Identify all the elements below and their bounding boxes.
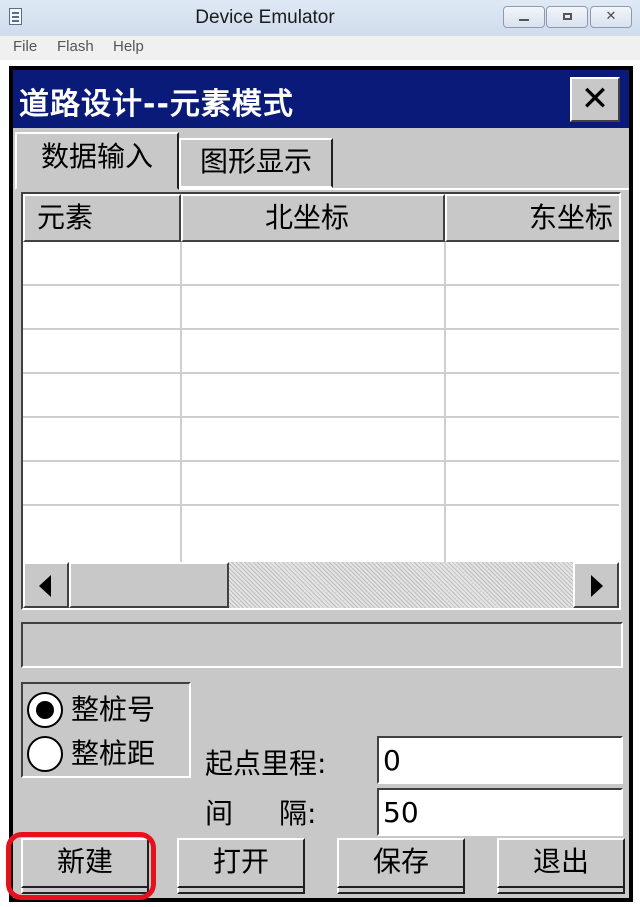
radio-label: 整桩号 xyxy=(71,693,156,726)
table-row[interactable] xyxy=(23,330,619,374)
tab-divider xyxy=(179,188,629,190)
horizontal-scrollbar[interactable] xyxy=(23,562,619,608)
open-button[interactable]: 打开 xyxy=(177,838,305,888)
column-divider xyxy=(180,242,182,562)
save-button[interactable]: 保存 xyxy=(337,838,465,888)
close-icon: ✕ xyxy=(580,79,610,119)
interval-label-a: 间 xyxy=(205,797,234,830)
table-row[interactable] xyxy=(23,418,619,462)
status-field xyxy=(21,622,623,668)
scroll-left-button[interactable] xyxy=(23,562,69,608)
grid-header: 元素 北坐标 东坐标 xyxy=(23,194,619,242)
new-button[interactable]: 新建 xyxy=(21,838,149,888)
column-divider xyxy=(444,242,446,562)
maximize-button[interactable] xyxy=(546,6,588,28)
close-icon: ✕ xyxy=(605,9,617,24)
column-header-element[interactable]: 元素 xyxy=(23,194,181,242)
scroll-right-button[interactable] xyxy=(573,562,619,608)
tab-graphic-display[interactable]: 图形显示 xyxy=(179,138,333,188)
exit-button[interactable]: 退出 xyxy=(497,838,625,888)
interval-label-b: 隔: xyxy=(279,797,317,830)
table-row[interactable] xyxy=(23,286,619,330)
table-row[interactable] xyxy=(23,506,619,550)
host-close-button[interactable]: ✕ xyxy=(590,6,632,28)
device-screen: 道路设计--元素模式 ✕ 数据输入 图形显示 元素 北坐标 东坐标 整桩号 整桩… xyxy=(9,66,633,902)
app-body: 数据输入 图形显示 元素 北坐标 东坐标 整桩号 整桩距 起点里程: 0 间 隔… xyxy=(13,128,629,898)
table-row[interactable] xyxy=(23,462,619,506)
host-window-title: Device Emulator xyxy=(195,7,335,28)
radio-whole-stake-number[interactable]: 整桩号 xyxy=(27,688,187,732)
radio-label: 整桩距 xyxy=(71,737,156,770)
app-title: 道路设计--元素模式 xyxy=(19,87,294,122)
stake-mode-radio-group: 整桩号 整桩距 xyxy=(21,682,191,778)
host-title-bar: Device Emulator ✕ xyxy=(0,0,640,36)
element-data-grid[interactable]: 元素 北坐标 东坐标 xyxy=(21,192,621,610)
tab-data-input[interactable]: 数据输入 xyxy=(15,132,179,190)
radio-unchecked-icon[interactable] xyxy=(27,736,63,772)
maximize-icon xyxy=(562,13,572,20)
menu-flash[interactable]: Flash xyxy=(57,38,94,55)
minimize-icon xyxy=(519,18,529,21)
table-row[interactable] xyxy=(23,242,619,286)
host-menu-bar: File Flash Help xyxy=(0,36,640,60)
scrollbar-thumb[interactable] xyxy=(69,562,229,608)
radio-whole-stake-distance[interactable]: 整桩距 xyxy=(27,732,187,776)
menu-file[interactable]: File xyxy=(13,38,37,55)
menu-help[interactable]: Help xyxy=(113,38,144,55)
table-row[interactable] xyxy=(23,374,619,418)
arrow-right-icon xyxy=(591,575,603,597)
column-header-east[interactable]: 东坐标 xyxy=(445,194,619,242)
radio-checked-icon[interactable] xyxy=(27,692,63,728)
arrow-left-icon xyxy=(39,575,51,597)
app-title-bar: 道路设计--元素模式 ✕ xyxy=(13,70,629,128)
minimize-button[interactable] xyxy=(503,6,545,28)
interval-input[interactable] xyxy=(377,788,623,836)
column-header-north[interactable]: 北坐标 xyxy=(181,194,445,242)
app-close-button[interactable]: ✕ xyxy=(570,77,620,122)
start-mileage-input[interactable] xyxy=(377,736,623,784)
start-mileage-label: 起点里程: xyxy=(205,747,327,780)
